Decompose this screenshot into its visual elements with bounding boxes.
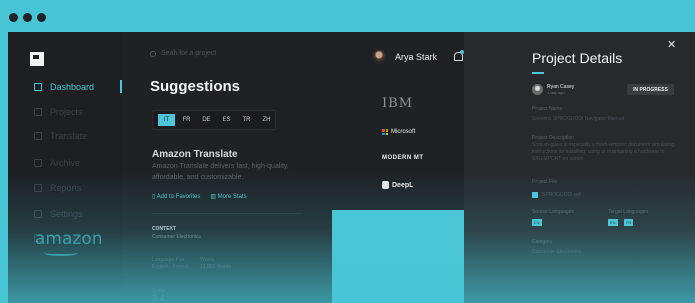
suggestion-title: Amazon Translate [152,149,238,160]
provider-modern-mt[interactable]: MODERN MT [382,155,424,161]
project-owner: Ryan Casey 1 day ago [532,84,574,95]
sidebar-item-label: Settings [50,209,83,219]
provider-deepl[interactable]: DeepL [382,181,413,189]
settings-icon [34,210,42,218]
language-tab-tr[interactable]: TR [238,114,255,126]
sidebar-item-projects[interactable]: Projects [34,105,124,119]
amazon-logo: amazon [35,229,103,249]
language-pair-label: Language Pair [152,257,185,263]
provider-amazon-tile[interactable] [332,210,464,303]
project-details-panel: ✕ Project Details Ryan Casey 1 day ago I… [464,32,695,303]
category-value: Consumer Electronics [532,249,581,255]
home-icon [34,83,42,91]
context-label: CONTEXT [152,226,176,232]
window-minimize-button[interactable] [23,13,32,22]
app-logo [30,52,44,66]
target-language-tag: FR [624,219,634,226]
search-bar[interactable]: Seah for a project [150,50,216,57]
window-maximize-button[interactable] [37,13,46,22]
amazon-smile-icon [44,250,78,256]
microsoft-logo-icon [382,129,388,135]
sidebar-item-dashboard[interactable]: Dashboard [34,80,124,94]
sidebar-item-label: Projects [50,107,83,117]
sidebar-item-reports[interactable]: Reports [34,181,124,195]
language-tab-es[interactable]: ES [218,114,235,126]
sidebar-item-label: Translate [50,131,88,141]
owner-avatar [532,84,543,95]
category-label: Category [532,239,553,245]
archive-icon [34,159,42,167]
language-pair-value: English - French [152,264,189,270]
folder-icon [34,108,42,116]
source-language-tag: EN [532,219,542,226]
chart-icon [34,184,42,192]
main-content: Seah for a project Suggestions IT FR DE … [122,32,332,303]
add-to-favorites-button[interactable]: ▯ Add to Favorites [152,193,200,200]
project-description-label: Project Description [532,135,574,141]
search-icon [150,50,156,57]
context-value: Consumer Electronics [152,234,201,240]
sidebar-item-label: Archive [50,158,81,168]
app-window: Dashboard Projects Translate Archive Rep… [8,32,695,303]
close-icon[interactable]: ✕ [667,38,676,51]
provider-ibm[interactable]: IBM [382,96,413,111]
source-language-label: Source Languages [532,209,574,215]
more-stats-button[interactable]: ▥ More Stats [210,193,246,200]
modern-mt-label: MODERN MT [382,155,424,161]
sidebar-item-label: Dashboard [50,82,95,92]
sidebar-item-label: Reports [50,183,82,193]
translate-icon [34,132,42,140]
user-name: Arya Stark [395,52,438,62]
suggestion-description: Amazon Translate delivers fast, high-qua… [152,163,289,181]
sidebar: Dashboard Projects Translate Archive Rep… [8,32,122,303]
details-title: Project Details [532,50,623,66]
language-tab-fr[interactable]: FR [178,114,195,126]
owner-time: 1 day ago [547,90,565,95]
window-close-button[interactable] [9,13,18,22]
owner-info: Ryan Casey 1 day ago [547,84,574,95]
target-language-label: Target Languages [608,209,649,215]
browser-frame: Dashboard Projects Translate Archive Rep… [0,0,695,303]
language-tab-zh[interactable]: ZH [258,114,275,126]
sidebar-item-translate[interactable]: Translate [34,129,124,143]
project-description-value: Sodium-glass is especially a fresh-tempe… [532,142,675,162]
user-profile[interactable]: Arya Stark [372,50,437,64]
suggestion-actions: ▯ Add to Favorites ▥ More Stats [152,193,247,200]
divider [152,213,302,214]
avatar [372,50,386,64]
sidebar-item-archive[interactable]: Archive [34,156,124,170]
score-value: 9.4 [152,293,165,303]
search-input[interactable]: Seah for a project [161,50,216,57]
language-selector: IT FR DE ES TR ZH [152,110,276,130]
project-name-label: Project Name [532,106,563,112]
file-icon [532,192,538,198]
language-tab-it[interactable]: IT [158,114,175,126]
page-title: Suggestions [150,78,241,95]
project-file-name[interactable]: SPROGUODI.pdf [542,192,581,198]
project-name-value: Siemens SPROGUODI Navigator Manual [532,116,624,122]
window-controls [9,13,46,22]
words-value: 12,000 Words [200,264,232,270]
title-underline [532,72,544,74]
status-badge: IN PROGRESS [627,84,674,95]
words-label: Words [200,257,215,263]
providers-column: Arya Stark IBM Microsoft MODERN MT DeepL [332,32,464,303]
sidebar-item-settings[interactable]: Settings [34,207,124,221]
target-language-tag: EN [608,219,618,226]
project-file-label: Project File [532,179,558,185]
language-tab-de[interactable]: DE [198,114,215,126]
deepl-logo-icon [382,181,389,189]
provider-microsoft[interactable]: Microsoft [382,129,415,135]
bar-chart-icon: ▥ [210,194,218,200]
